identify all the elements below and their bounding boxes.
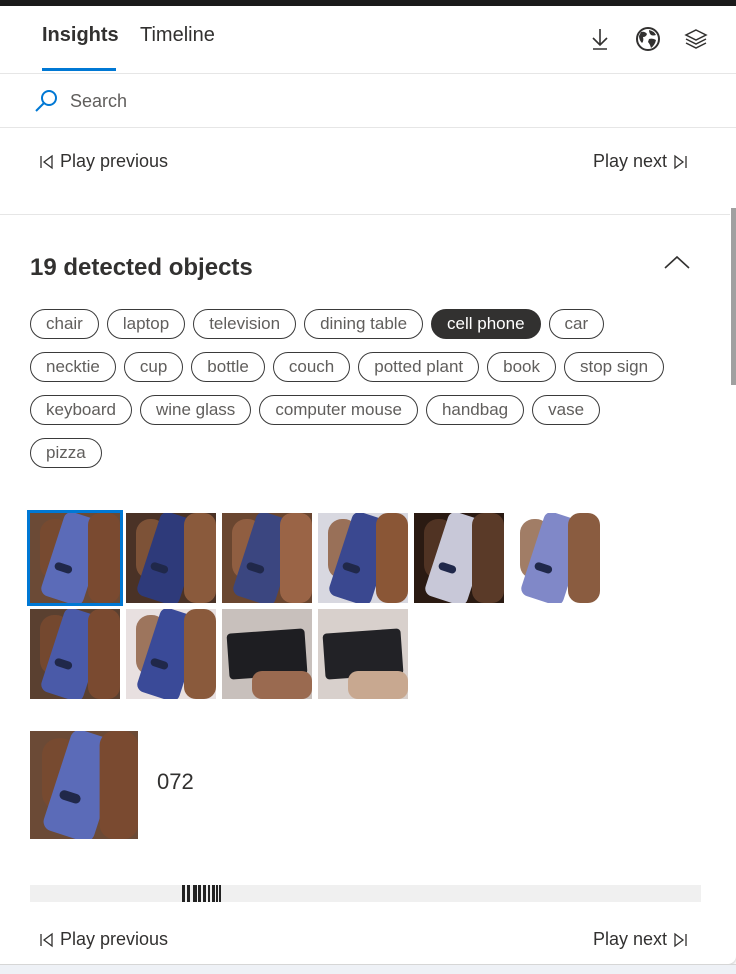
collapse-chevron-up-icon[interactable] [662, 254, 692, 274]
detection-thumbnail[interactable] [414, 513, 504, 603]
chip-necktie[interactable]: necktie [30, 352, 116, 382]
timeline-appearance-mark[interactable] [219, 885, 221, 902]
timeline-appearance-mark[interactable] [203, 885, 206, 902]
search-input[interactable] [70, 88, 670, 114]
detection-thumbnail[interactable] [27, 510, 123, 606]
detection-thumbnail[interactable] [318, 609, 408, 699]
chip-wine-glass[interactable]: wine glass [139, 395, 252, 425]
tab-insights[interactable]: Insights [42, 24, 119, 47]
detected-objects-title: 19 detected objects [30, 254, 253, 281]
page-background [0, 964, 736, 974]
section-divider [0, 214, 730, 215]
download-icon[interactable] [587, 26, 613, 52]
chip-row: chair laptop television dining table cell ph… [30, 309, 710, 339]
detection-thumbnail[interactable] [30, 609, 120, 699]
detection-thumbnail[interactable] [126, 513, 216, 603]
timeline-appearance-mark[interactable] [216, 885, 218, 902]
skip-next-icon [674, 154, 687, 169]
play-previous-button[interactable]: Play previous [38, 151, 168, 172]
play-previous-button-bottom[interactable]: Play previous [38, 929, 168, 950]
detection-thumbnail[interactable] [222, 609, 312, 699]
skip-previous-icon [40, 154, 53, 169]
chip-cup[interactable]: cup [123, 352, 184, 382]
chip-chair[interactable]: chair [30, 309, 99, 339]
timeline-appearance-mark[interactable] [198, 885, 201, 902]
appearance-timeline[interactable] [30, 885, 701, 902]
selected-detection-preview [30, 731, 138, 839]
chip-handbag[interactable]: handbag [425, 395, 525, 425]
play-next-button[interactable]: Play next [593, 151, 689, 172]
chip-car[interactable]: car [548, 309, 605, 339]
detection-thumbnail[interactable] [222, 513, 312, 603]
play-previous-label: Play previous [60, 929, 169, 949]
chip-book[interactable]: book [487, 352, 556, 382]
object-filter-chips: chair laptop television dining table cell ph… [30, 309, 710, 481]
timeline-appearance-mark[interactable] [187, 885, 190, 902]
timeline-appearance-mark[interactable] [208, 885, 210, 902]
timeline-appearance-mark[interactable] [182, 885, 185, 902]
chip-keyboard[interactable]: keyboard [30, 395, 132, 425]
insights-panel: Insights Timeline Search Play previous P… [0, 6, 736, 964]
chip-stop-sign[interactable]: stop sign [564, 352, 665, 382]
chip-row: necktie cup bottle couch potted plant book sto… [30, 352, 710, 382]
chip-dining-table[interactable]: dining table [304, 309, 424, 339]
chip-row: keyboard wine glass computer mouse handbag v… [30, 395, 710, 425]
chip-couch[interactable]: couch [272, 352, 351, 382]
scrollbar-thumb[interactable] [731, 208, 736, 385]
play-next-button-bottom[interactable]: Play next [593, 929, 689, 950]
layers-icon[interactable] [683, 26, 709, 52]
timeline-appearance-mark[interactable] [193, 885, 197, 902]
tab-timeline[interactable]: Timeline [140, 24, 215, 47]
search-bar [0, 74, 736, 128]
detection-id: 072 [157, 769, 194, 794]
chip-row: pizza [30, 438, 710, 468]
tab-bar: Insights Timeline [0, 6, 736, 74]
chip-computer-mouse[interactable]: computer mouse [259, 395, 418, 425]
chip-laptop[interactable]: laptop [106, 309, 186, 339]
chip-pizza[interactable]: pizza [30, 438, 102, 468]
search-icon [34, 88, 60, 114]
detection-thumbnail[interactable] [126, 609, 216, 699]
play-next-label: Play next [593, 929, 668, 949]
chip-television[interactable]: television [193, 309, 297, 339]
detection-thumbnail[interactable] [510, 513, 600, 603]
globe-icon[interactable] [635, 26, 661, 52]
play-previous-label: Play previous [60, 151, 169, 171]
detection-thumbnail[interactable] [318, 513, 408, 603]
chip-bottle[interactable]: bottle [191, 352, 265, 382]
active-tab-indicator [42, 68, 116, 71]
skip-previous-icon [40, 932, 53, 947]
chip-cell-phone[interactable]: cell phone [431, 309, 541, 339]
timeline-appearance-mark[interactable] [212, 885, 215, 902]
chip-vase[interactable]: vase [532, 395, 601, 425]
play-next-label: Play next [593, 151, 668, 171]
skip-next-icon [674, 932, 687, 947]
chip-potted-plant[interactable]: potted plant [358, 352, 480, 382]
